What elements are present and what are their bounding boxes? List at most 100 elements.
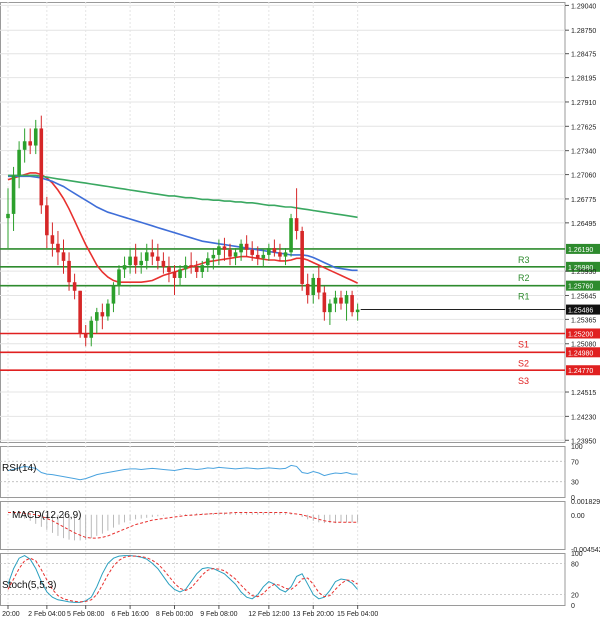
price-tick-label: 1.29040	[571, 3, 596, 10]
macd-tick-label: 0.00	[571, 513, 585, 520]
candle-body	[156, 256, 160, 261]
rsi-panel	[0, 446, 566, 498]
current-price: 1.25486	[568, 308, 593, 315]
candle-body	[272, 248, 277, 253]
candle-body	[61, 252, 66, 261]
candle-body	[278, 252, 282, 257]
level-label-r1: R1	[518, 292, 530, 302]
candle-body	[100, 312, 105, 317]
price-tick-label: 1.25080	[571, 342, 596, 349]
price-tick-label: 1.24230	[571, 414, 596, 421]
candle-body	[72, 282, 77, 291]
price-tick-label: 1.28195	[571, 76, 596, 83]
candle-body	[239, 243, 243, 253]
candle-body	[111, 286, 116, 304]
macd-title: MACD(12,26,9)	[12, 510, 81, 521]
candle-body	[233, 252, 238, 257]
rsi-tick-label: 70	[571, 459, 579, 466]
time-tick-label: 5 Feb 08:00	[67, 611, 104, 618]
grid-lines	[0, 2, 565, 605]
candle-body	[333, 297, 338, 304]
pivot-levels: R31.26190R21.25980R11.25760S11.25200S21.…	[0, 243, 600, 386]
candle-body	[350, 295, 354, 313]
price-tick-label: 1.26495	[571, 221, 596, 228]
candle-body	[167, 266, 171, 272]
price-tick-label: 1.25365	[571, 317, 596, 324]
price-tick-label: 1.28475	[571, 52, 596, 59]
stoch-k-line	[7, 555, 358, 603]
time-tick-label: n 20:00	[0, 611, 20, 618]
candle-body	[222, 246, 227, 250]
candle-body	[178, 269, 182, 278]
candle-body	[28, 141, 32, 146]
macd-tick-label: 0.001829	[571, 499, 600, 506]
panel-frames	[0, 2, 566, 606]
time-tick-label: 12 Feb 12:00	[248, 611, 289, 618]
macd-panel	[0, 501, 566, 550]
price-tick-label: 1.27060	[571, 173, 596, 180]
candle-body	[211, 254, 216, 259]
candle-body	[17, 149, 21, 176]
rsi-line	[7, 464, 358, 481]
level-price: 1.25760	[568, 284, 593, 291]
candle-body	[294, 218, 299, 231]
time-tick-label: 9 Feb 08:00	[200, 611, 237, 618]
stoch-tick-label: 20	[571, 593, 579, 600]
level-label-s3: S3	[518, 376, 529, 386]
price-tick-label: 1.25930	[571, 269, 596, 276]
candle-body	[22, 141, 27, 150]
candle-body	[6, 213, 10, 219]
time-tick-label: 15 Feb 04:00	[337, 611, 378, 618]
level-label-s1: S1	[518, 339, 529, 349]
candle-body	[328, 303, 332, 313]
candle-body	[344, 295, 349, 304]
price-tick-label: 1.24515	[571, 390, 596, 397]
candle-body	[150, 252, 155, 257]
candle-body	[228, 249, 232, 257]
trading-chart: R31.26190R21.25980R11.25760S11.25200S21.…	[0, 2, 600, 618]
level-label-r3: R3	[518, 255, 530, 265]
candle-body	[133, 256, 138, 266]
price-tick-label: 1.28750	[571, 28, 596, 35]
price-tick-label: 1.27340	[571, 149, 596, 156]
candle-body	[122, 265, 127, 270]
time-tick-label: 6 Feb 16:00	[111, 611, 148, 618]
time-tick-label: 13 Feb 20:00	[293, 611, 334, 618]
price-tick-label: 1.26775	[571, 197, 596, 204]
candle-body	[244, 243, 249, 250]
rsi-tick-label: 30	[571, 480, 579, 487]
candle-body	[139, 260, 143, 266]
candle-body	[194, 266, 199, 272]
level-price: 1.25200	[568, 331, 593, 338]
candle-body	[11, 175, 16, 214]
candle-body	[339, 297, 343, 304]
candle-body	[289, 218, 293, 253]
candle-body	[305, 283, 310, 296]
candle-body	[317, 277, 321, 293]
candle-body	[144, 252, 149, 261]
candle-body	[89, 320, 94, 338]
stoch-title: Stoch(5,5,3)	[2, 580, 56, 591]
candle-body	[50, 235, 55, 244]
stoch-tick-label: 100	[571, 551, 583, 558]
candle-body	[117, 269, 121, 287]
level-price: 1.24770	[568, 368, 593, 375]
rsi-title: RSI(14)	[2, 463, 36, 474]
ma-line-green	[8, 174, 358, 219]
candle-body	[172, 271, 177, 278]
candle-body	[67, 260, 71, 283]
candle-body	[250, 249, 254, 255]
indicators: RSI(14) MACD(12,26,9) Stoch(5,5,3)	[0, 460, 565, 603]
price-tick-label: 1.25645	[571, 293, 596, 300]
level-price: 1.26190	[568, 247, 593, 254]
time-tick-label: 8 Feb 00:00	[156, 611, 193, 618]
stoch-tick-label: 0	[571, 603, 575, 610]
stoch-panel	[0, 553, 566, 606]
candle-body	[39, 128, 44, 206]
candle-body	[189, 265, 193, 267]
candle-body	[33, 128, 38, 146]
candle-body	[355, 309, 360, 313]
candle-body	[95, 312, 99, 321]
axis-labels: 1.29040 1.28750 1.28475 1.28195 1.27910 1.276…	[0, 3, 600, 618]
candle-body	[255, 254, 260, 259]
